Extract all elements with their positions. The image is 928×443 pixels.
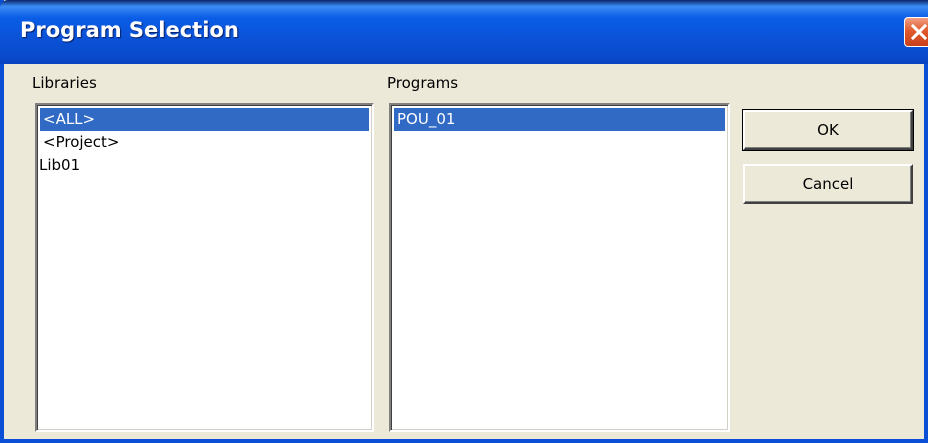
title-bar[interactable]: Program Selection [0, 0, 928, 64]
libraries-label: Libraries [32, 74, 97, 92]
ok-button[interactable]: OK [742, 109, 914, 151]
program-item-pou-01[interactable]: POU_01 [394, 108, 725, 131]
library-item-lib01[interactable]: Lib01 [37, 154, 369, 177]
cancel-button[interactable]: Cancel [743, 164, 913, 204]
close-button[interactable] [904, 17, 928, 47]
libraries-list: <ALL> <Project> Lib01 [37, 105, 372, 177]
dialog-title: Program Selection [20, 18, 239, 42]
programs-label: Programs [387, 74, 459, 92]
close-icon [910, 23, 928, 41]
programs-listbox[interactable]: POU_01 [389, 103, 730, 432]
library-item-all[interactable]: <ALL> [40, 108, 369, 131]
program-selection-dialog: Program Selection Libraries <ALL> <Proje… [0, 0, 928, 443]
libraries-listbox[interactable]: <ALL> <Project> Lib01 [35, 103, 374, 432]
programs-list: POU_01 [391, 105, 728, 131]
library-item-project[interactable]: <Project> [40, 131, 369, 154]
